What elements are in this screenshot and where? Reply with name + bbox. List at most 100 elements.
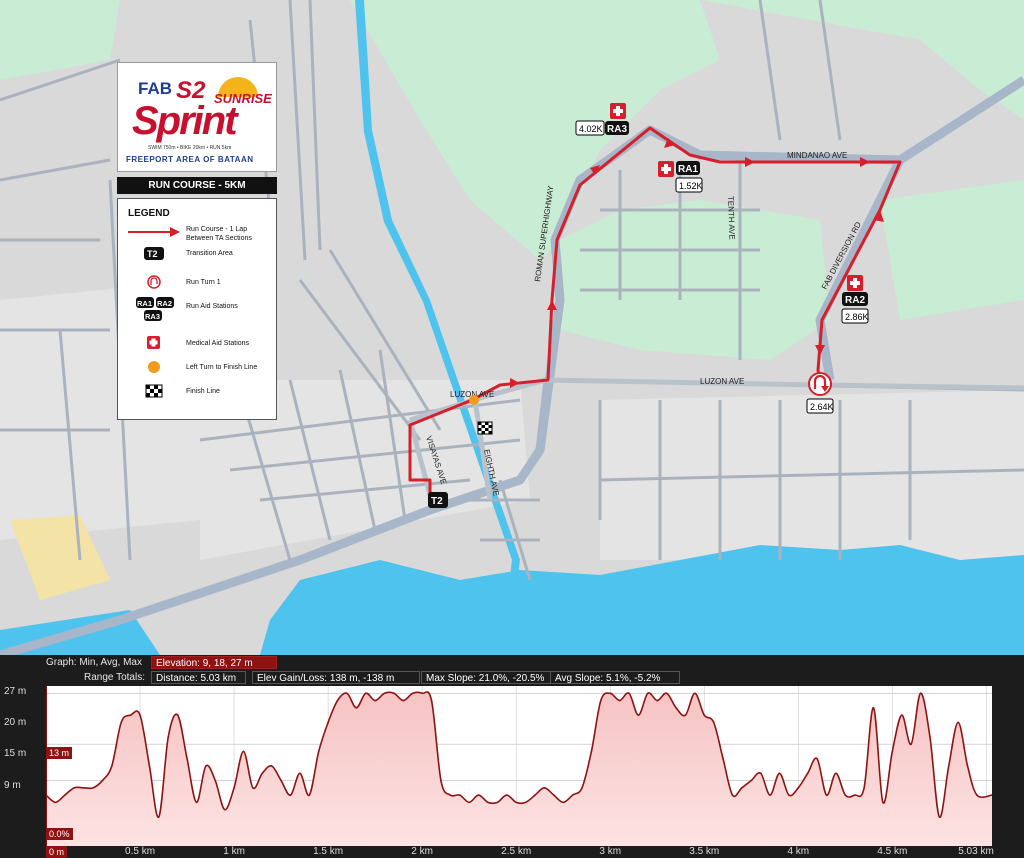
elevation-point: [449, 794, 452, 796]
x-tick: 2 km: [411, 846, 433, 857]
elevation-point: [750, 779, 753, 782]
elevation-point: [487, 801, 489, 804]
ra1-badge[interactable]: RA1: [678, 164, 698, 175]
logo-brand: FAB: [138, 79, 172, 98]
elevation-point: [891, 750, 894, 753]
elevation-point: [769, 794, 771, 796]
medical-aid-ra3-icon[interactable]: [610, 103, 626, 119]
ra-legend-icon: RA1 RA2 RA3: [136, 297, 174, 321]
elevation-point: [665, 692, 668, 695]
legend-text-medical: Medical Aid Stations: [186, 340, 250, 347]
elevation-point: [205, 765, 207, 767]
elevation-point: [336, 699, 339, 702]
elevation-point: [261, 772, 264, 775]
distance-total: Distance: 5.03 km: [151, 671, 246, 684]
medical-aid-ra1-icon[interactable]: [658, 161, 674, 177]
elevation-point: [722, 757, 724, 760]
graph-mode-label[interactable]: Graph: Min, Avg, Max: [46, 657, 142, 668]
finish-line-flag-icon[interactable]: [477, 421, 493, 435]
road-label-luzon-ave-2: LUZON AVE: [700, 377, 744, 386]
elevation-point: [647, 692, 649, 695]
legend-t2-text: T2: [147, 249, 158, 259]
elevation-point: [186, 757, 188, 760]
elevation-point: [816, 757, 818, 760]
ra3-badge[interactable]: RA3: [607, 124, 627, 135]
elevation-chart[interactable]: [46, 686, 992, 846]
x-tick: 1.5 km: [313, 846, 344, 857]
elevation-point: [346, 692, 348, 695]
elevation-point: [966, 765, 969, 767]
elevation-point: [280, 779, 282, 782]
x-tick: 3 km: [599, 846, 622, 857]
course-title: RUN COURSE - 5KM: [117, 177, 277, 194]
y-tick-27: 27 m: [4, 686, 27, 697]
elevation-point: [825, 794, 828, 796]
elevation-point: [656, 699, 659, 702]
run-turn-icon[interactable]: [808, 372, 832, 396]
ra2-badge[interactable]: RA2: [845, 295, 865, 306]
left-turn-finish-dot-icon[interactable]: [469, 395, 479, 405]
legend-title: LEGEND: [128, 208, 170, 219]
elevation-point: [64, 794, 66, 796]
elevation-point: [600, 699, 602, 702]
road-label-tenth-ave: TENTH AVE: [726, 196, 737, 240]
elevation-point: [355, 707, 358, 709]
elevation-point: [703, 714, 706, 716]
x-tick: 4 km: [787, 846, 810, 857]
elevation-point: [148, 765, 151, 767]
elevation-point: [882, 801, 884, 804]
elevation-point: [505, 794, 508, 796]
red-arrow-icon: [128, 227, 180, 237]
elevation-point: [120, 721, 123, 724]
t2-legend-icon: T2: [144, 247, 164, 260]
logo-footer: FREEPORT AREA OF BATAAN: [126, 155, 254, 164]
elevation-point: [759, 772, 762, 775]
elevation-point: [562, 801, 564, 804]
elevation-point: [327, 721, 329, 724]
elevation-point: [289, 794, 292, 796]
medical-cross-legend-icon: [147, 336, 160, 349]
t2-badge[interactable]: T2: [431, 496, 443, 507]
elevation-point: [233, 787, 235, 789]
elevation-point: [797, 787, 800, 789]
elevation-point: [411, 692, 414, 695]
x-tick: 5.03 km: [958, 846, 994, 857]
legend-text-course: Run Course - 1 Lap Between TA Sections: [186, 226, 252, 242]
elev-gain-loss: Elev Gain/Loss: 138 m, -138 m: [252, 671, 420, 684]
elevation-point: [571, 794, 574, 796]
legend-text-transition: Transition Area: [186, 250, 233, 257]
km-badge-ra1: 1.52K: [679, 181, 703, 191]
elevation-point: [618, 699, 621, 702]
elevation-point: [609, 692, 612, 695]
elevation-point: [430, 699, 433, 702]
elevation-point: [374, 699, 376, 702]
elevation-point: [82, 787, 85, 789]
elevation-point: [252, 787, 254, 789]
elevation-point: [863, 787, 865, 789]
elevation-point: [637, 714, 640, 716]
km-badge-ra3: 4.02K: [579, 124, 603, 134]
km-badge-ra2: 2.86K: [845, 312, 869, 322]
y-tick-15: 15 m: [4, 748, 27, 759]
legend-text-left-turn: Left Turn to Finish Line: [186, 364, 258, 371]
elevation-point: [308, 794, 311, 796]
elevation-point: [139, 714, 141, 716]
medical-aid-ra2-icon[interactable]: [847, 275, 863, 291]
x-tick: 4.5 km: [877, 846, 908, 857]
elevation-point: [778, 772, 781, 775]
elevation-point: [477, 794, 480, 796]
elevation-point: [101, 779, 104, 782]
elevation-point: [242, 750, 245, 753]
y-tick-9: 9 m: [4, 780, 21, 791]
elevation-point: [581, 787, 583, 789]
checkered-flag-legend-icon: [145, 384, 163, 398]
elevation-point: [741, 787, 743, 789]
y-tick-20: 20 m: [4, 717, 27, 728]
logo-distances: SWIM 750m • BIKE 20km • RUN 5km: [148, 145, 232, 151]
elevation-point: [712, 721, 715, 724]
x-tick: 2.5 km: [501, 846, 532, 857]
x-tick: 0.5 km: [125, 846, 156, 857]
cursor-grade: 0.0%: [46, 828, 73, 840]
elevation-point: [806, 772, 809, 775]
elevation-point: [543, 787, 546, 789]
